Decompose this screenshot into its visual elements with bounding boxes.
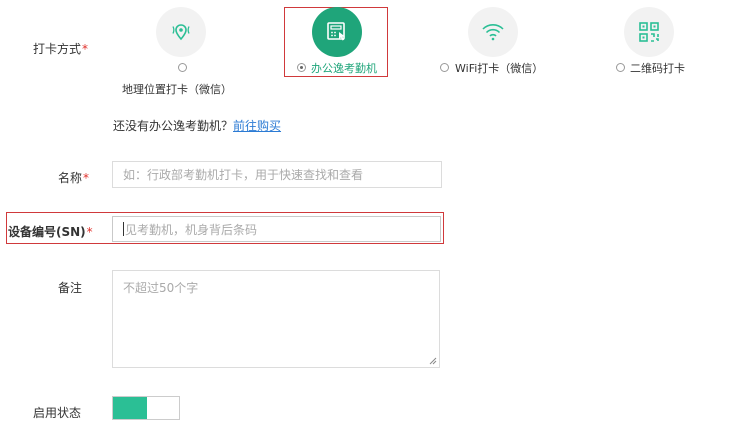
text-cursor	[123, 222, 124, 236]
option-label: 二维码打卡	[630, 62, 685, 75]
remark-placeholder: 不超过50个字	[123, 281, 199, 295]
wifi-icon	[468, 7, 518, 57]
name-placeholder: 如：行政部考勤机打卡，用于快速查找和查看	[123, 168, 364, 182]
option-label: WiFi打卡（微信）	[455, 62, 544, 75]
radio-location[interactable]	[178, 63, 187, 72]
option-label: 办公逸考勤机	[311, 62, 377, 75]
name-input[interactable]: 如：行政部考勤机打卡，用于快速查找和查看	[112, 161, 442, 188]
remark-label: 备注	[58, 281, 83, 295]
check-method-label: 打卡方式*	[33, 42, 89, 56]
sn-label: 设备编号(SN)*	[8, 225, 93, 239]
resize-handle-icon[interactable]	[429, 357, 437, 365]
sn-input[interactable]: 见考勤机，机身背后条码	[112, 216, 441, 242]
radio-qr-code[interactable]	[616, 63, 625, 72]
required-mark: *	[86, 225, 93, 239]
sn-placeholder: 见考勤机，机身背后条码	[125, 222, 258, 237]
name-label: 名称*	[58, 171, 90, 185]
attendance-machine-icon	[312, 7, 362, 57]
radio-wifi[interactable]	[440, 63, 449, 72]
location-wifi-icon	[156, 7, 206, 57]
required-mark: *	[82, 42, 89, 56]
remark-textarea[interactable]: 不超过50个字	[112, 270, 440, 368]
qr-code-icon	[624, 7, 674, 57]
purchase-prompt: 还没有办公逸考勤机？前往购买	[113, 119, 282, 133]
toggle-on-indicator	[113, 397, 147, 419]
enable-status-toggle[interactable]	[112, 396, 180, 420]
required-mark: *	[83, 171, 90, 185]
status-label: 启用状态	[33, 406, 82, 420]
radio-attendance-machine[interactable]	[297, 63, 306, 72]
option-label: 地理位置打卡（微信）	[122, 83, 232, 96]
purchase-link[interactable]: 前往购买	[233, 119, 281, 133]
